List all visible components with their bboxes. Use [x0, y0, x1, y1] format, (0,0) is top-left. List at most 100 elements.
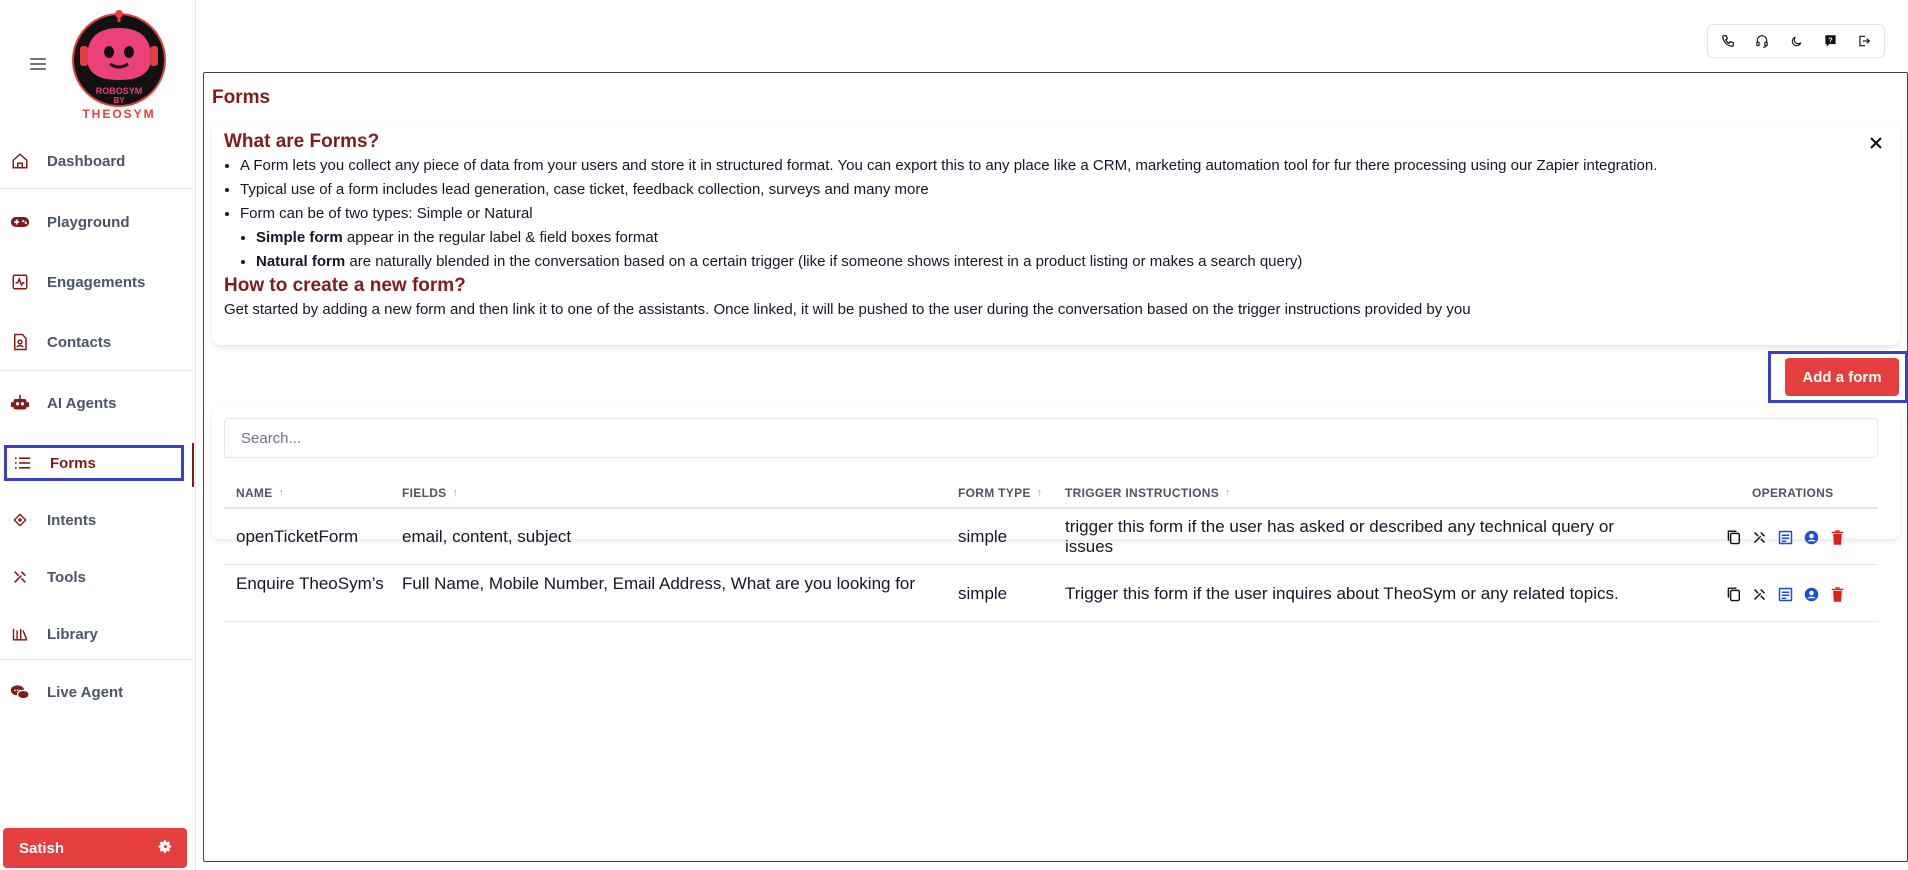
chat-icon — [8, 683, 32, 701]
column-header-name[interactable]: NAME ↑ — [236, 486, 284, 500]
natural-form-term: Natural form — [256, 253, 346, 270]
info-bullet: A Form lets you collect any piece of dat… — [240, 157, 1888, 175]
sidebar-item-contacts[interactable]: Contacts — [4, 323, 190, 361]
column-header-operations: OPERATIONS — [1752, 486, 1834, 500]
simple-form-term: Simple form — [256, 229, 343, 246]
activity-icon — [8, 273, 32, 291]
nav-divider — [0, 188, 192, 189]
forms-info-card: What are Forms? A Form lets you collect … — [212, 123, 1900, 345]
svg-text:ROBOSYM: ROBOSYM — [96, 86, 143, 96]
column-header-form-type[interactable]: FORM TYPE ↑ — [958, 486, 1043, 500]
sidebar-item-engagements[interactable]: Engagements — [4, 263, 190, 301]
tools-icon[interactable] — [1750, 528, 1768, 546]
top-toolbar: ? — [1707, 24, 1885, 58]
phone-icon[interactable] — [1713, 27, 1743, 55]
active-indicator — [192, 443, 194, 487]
diamond-icon — [8, 513, 32, 527]
robot-icon — [8, 394, 32, 412]
info-list: A Form lets you collect any piece of dat… — [224, 157, 1888, 271]
sidebar-item-playground[interactable]: Playground — [4, 203, 190, 241]
search-input[interactable] — [224, 418, 1878, 458]
row1-operations — [1724, 528, 1846, 546]
tools-icon[interactable] — [1750, 585, 1768, 603]
row2-fields: Full Name, Mobile Number, Email Address,… — [402, 574, 916, 593]
svg-text:BY: BY — [113, 96, 125, 105]
natural-form-desc: are naturally blended in the conversatio… — [345, 253, 1303, 270]
help-icon[interactable]: ? — [1815, 27, 1845, 55]
form-icon[interactable] — [1776, 528, 1794, 546]
info-subbullet: Natural form are naturally blended in th… — [256, 253, 1888, 271]
add-form-highlight: Add a form — [1768, 351, 1908, 403]
sidebar-item-library[interactable]: Library — [4, 615, 190, 653]
info-bullet: Form can be of two types: Simple or Natu… — [240, 205, 1888, 271]
moon-icon[interactable] — [1781, 27, 1811, 55]
row2-name: Enquire TheoSym’s — [236, 574, 384, 593]
sort-arrow-icon: ↑ — [1036, 487, 1043, 499]
sort-arrow-icon: ↑ — [278, 487, 285, 499]
page-title: Forms — [212, 87, 271, 108]
close-icon[interactable] — [1868, 135, 1886, 153]
add-form-button[interactable]: Add a form — [1785, 358, 1899, 396]
list-icon — [11, 456, 35, 470]
trash-icon[interactable] — [1828, 585, 1846, 603]
sort-arrow-icon: ↑ — [1225, 487, 1231, 499]
gear-icon[interactable] — [158, 839, 173, 858]
home-icon — [8, 152, 32, 170]
row2-operations — [1724, 585, 1846, 603]
sidebar-item-label: Intents — [47, 511, 97, 529]
simple-form-desc: appear in the regular label & field boxe… — [342, 229, 658, 246]
row1-form-type: simple — [958, 527, 1008, 546]
row1-fields: email, content, subject — [402, 527, 572, 546]
row-divider — [224, 621, 1878, 622]
contact-file-icon — [8, 333, 32, 351]
svg-text:?: ? — [1828, 37, 1832, 44]
row1-trigger: trigger this form if the user has asked … — [1065, 517, 1614, 556]
table-header-divider — [224, 507, 1878, 509]
sidebar-item-intents[interactable]: Intents — [4, 501, 190, 539]
copy-icon[interactable] — [1724, 585, 1742, 603]
gamepad-icon — [8, 213, 32, 231]
tools-icon — [8, 569, 32, 585]
user-name: Satish — [19, 839, 65, 857]
column-header-fields[interactable]: FIELDS ↑ — [402, 486, 458, 500]
main-panel: Forms What are Forms? A Form lets you co… — [203, 72, 1908, 862]
sidebar-item-forms[interactable]: Forms — [4, 445, 184, 481]
info-bullet-text: Form can be of two types: Simple or Natu… — [240, 205, 533, 222]
sidebar-item-live-agent[interactable]: Live Agent — [4, 673, 190, 711]
user-circle-icon[interactable] — [1802, 585, 1820, 603]
svg-text:THEOSYM: THEOSYM — [82, 107, 155, 120]
row1-name: openTicketForm — [236, 527, 359, 546]
sidebar-item-label: AI Agents — [47, 394, 117, 412]
logout-icon[interactable] — [1849, 27, 1879, 55]
sidebar-item-dashboard[interactable]: Dashboard — [4, 142, 190, 180]
info-heading-how: How to create a new form? — [224, 275, 466, 296]
form-icon[interactable] — [1776, 585, 1794, 603]
sort-arrow-icon: ↑ — [452, 487, 459, 499]
sidebar-item-tools[interactable]: Tools — [4, 558, 190, 596]
nav-divider — [0, 370, 192, 371]
copy-icon[interactable] — [1724, 528, 1742, 546]
row2-form-type: simple — [958, 584, 1008, 603]
sidebar-item-label: Live Agent — [47, 683, 124, 701]
sidebar-item-label: Engagements — [47, 273, 146, 291]
info-paragraph: Get started by adding a new form and the… — [224, 301, 1471, 318]
info-subbullet: Simple form appear in the regular label … — [256, 229, 1888, 247]
info-sublist: Simple form appear in the regular label … — [240, 229, 1888, 271]
sidebar-item-label: Dashboard — [47, 152, 126, 170]
sidebar-item-label: Library — [47, 625, 98, 643]
nav-divider — [0, 659, 192, 660]
sidebar-item-label: Tools — [47, 568, 86, 586]
hamburger-menu-icon[interactable] — [30, 58, 46, 70]
info-bullet: Typical use of a form includes lead gene… — [240, 181, 1888, 199]
row2-trigger: Trigger this form if the user inquires a… — [1065, 584, 1619, 603]
user-circle-icon[interactable] — [1802, 528, 1820, 546]
column-header-trigger[interactable]: TRIGGER INSTRUCTIONS ↑ — [1065, 486, 1231, 500]
trash-icon[interactable] — [1828, 528, 1846, 546]
headset-icon[interactable] — [1747, 27, 1777, 55]
info-heading-what: What are Forms? — [224, 131, 380, 152]
sidebar-item-ai-agents[interactable]: AI Agents — [4, 384, 190, 422]
sidebar-item-label: Playground — [47, 213, 130, 231]
sidebar-item-label: Contacts — [47, 333, 112, 351]
user-profile-button[interactable]: Satish — [3, 828, 187, 868]
library-icon — [8, 627, 32, 641]
